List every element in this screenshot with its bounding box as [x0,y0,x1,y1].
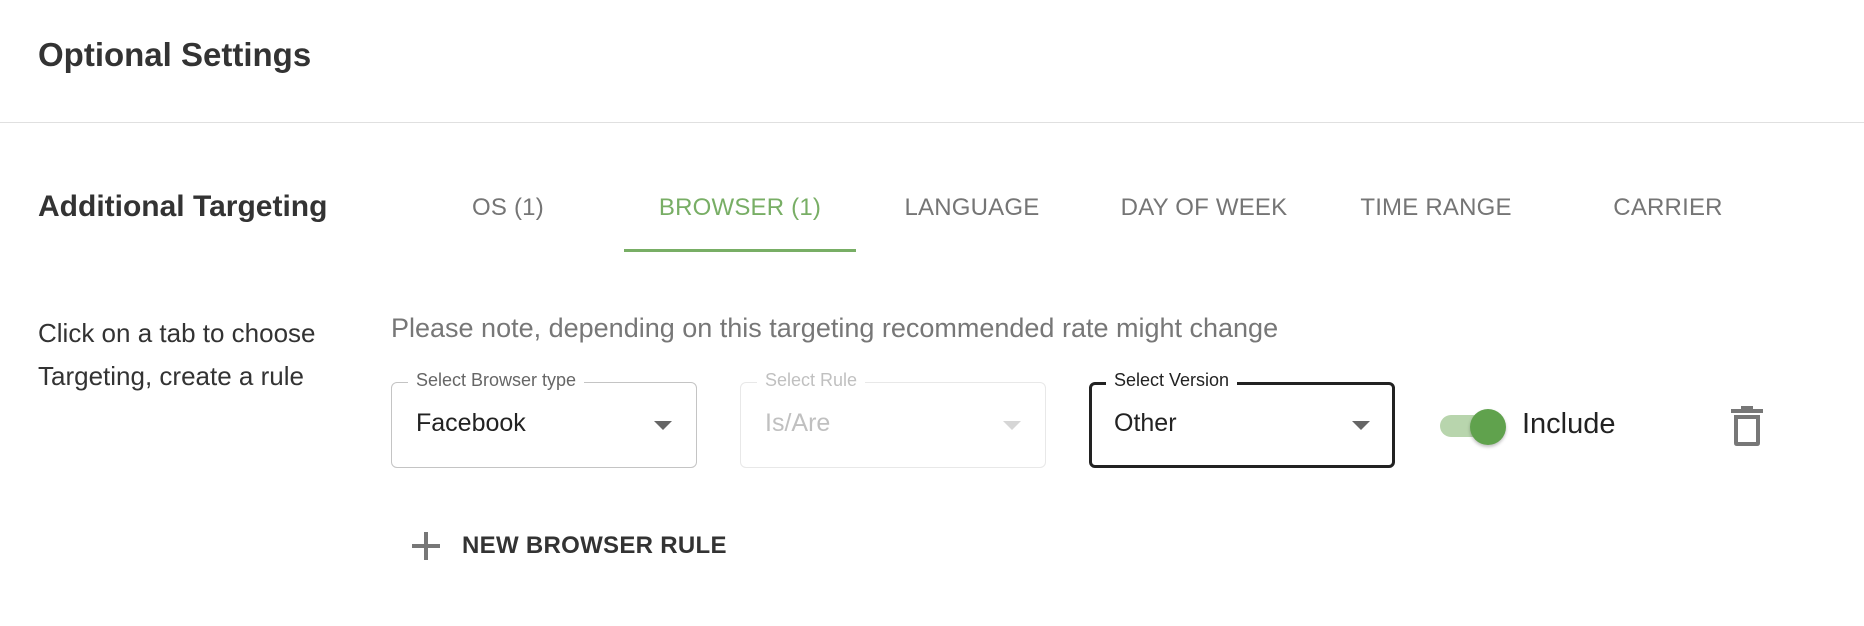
tab-os[interactable]: OS (1) [392,176,624,252]
rate-note: Please note, depending on this targeting… [391,313,1279,343]
chevron-down-icon [654,421,672,430]
tab-browser[interactable]: BROWSER (1) [624,176,856,252]
targeting-tabs: OS (1) BROWSER (1) LANGUAGE DAY OF WEEK … [392,176,1784,252]
tab-language[interactable]: LANGUAGE [856,176,1088,252]
include-label: Include [1522,408,1616,440]
tab-time-range[interactable]: TIME RANGE [1320,176,1552,252]
trash-icon [1731,406,1763,446]
browser-type-select[interactable]: Select Browser type Facebook [391,370,697,468]
rule-select: Select Rule Is/Are [740,370,1046,468]
toggle-thumb [1470,409,1506,445]
browser-type-value: Facebook [416,409,526,437]
version-select[interactable]: Select Version Other [1089,370,1395,468]
chevron-down-icon [1003,421,1021,430]
plus-icon [412,532,440,560]
page-title: Optional Settings [38,36,312,73]
chevron-down-icon [1352,421,1370,430]
version-value: Other [1114,409,1177,437]
tab-carrier[interactable]: CARRIER [1552,176,1784,252]
browser-type-label: Select Browser type [408,370,585,391]
new-browser-rule-button[interactable]: NEW BROWSER RULE [408,528,727,564]
tab-day-of-week[interactable]: DAY OF WEEK [1088,176,1320,252]
section-title: Additional Targeting [38,190,328,223]
new-browser-rule-label: NEW BROWSER RULE [462,532,727,559]
version-label: Select Version [1106,370,1238,391]
page-header: Optional Settings [0,0,1864,123]
include-toggle[interactable] [1440,409,1508,445]
rule-label: Select Rule [757,370,866,391]
delete-rule-button[interactable] [1728,405,1766,447]
targeting-hint: Click on a tab to choose Targeting, crea… [38,318,316,391]
rule-value: Is/Are [765,409,831,437]
